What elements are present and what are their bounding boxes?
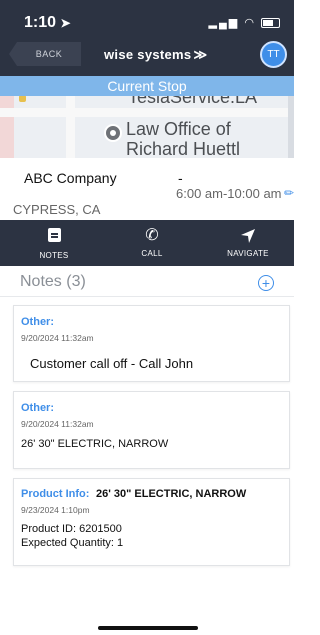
edit-pencil-icon[interactable]: ✏ — [284, 186, 294, 200]
status-bar: 1:10 ➤ ▂▄▆ ◠ — [0, 0, 294, 40]
brand-logo: wise systems ≫ — [104, 47, 208, 62]
time-window: 6:00 am-10:00 am — [176, 186, 282, 201]
navigate-button[interactable]: NAVIGATE — [218, 226, 278, 258]
product-title: 26' 30" ELECTRIC, NARROW — [96, 488, 247, 500]
expected-quantity: Expected Quantity: 1 — [21, 537, 124, 549]
note-text: Customer call off - Call John — [30, 356, 194, 371]
note-date: 9/23/2024 1:10pm — [21, 505, 90, 515]
plus-circle-icon[interactable]: + — [258, 275, 274, 291]
divider — [0, 296, 294, 297]
map-label: Richard Huettl — [126, 139, 241, 158]
phone-icon: ✆ — [145, 227, 159, 244]
notes-icon — [47, 228, 61, 242]
map-road — [288, 86, 294, 158]
wifi-icon: ◠ — [244, 17, 256, 29]
note-date: 9/20/2024 11:32am — [21, 333, 94, 343]
map-pin-icon — [104, 124, 122, 142]
note-card[interactable] — [13, 391, 290, 469]
note-category: Other: — [21, 402, 54, 414]
status-time: 1:10 ➤ — [24, 14, 71, 31]
time-dash: - — [178, 170, 183, 186]
company-name: ABC Company — [24, 170, 117, 186]
map-marker-icon — [19, 95, 26, 102]
notes-button[interactable]: NOTES — [24, 226, 84, 260]
home-indicator[interactable] — [98, 626, 198, 630]
note-category: Product Info: — [21, 488, 90, 500]
map-road — [0, 108, 294, 117]
status-icons: ▂▄▆ ◠ — [209, 16, 280, 29]
notes-header: Notes (3) — [20, 273, 86, 290]
signal-icon: ▂▄▆ — [208, 17, 240, 29]
location-arrow-icon: ➤ — [60, 16, 71, 30]
brand-chevron-icon: ≫ — [193, 47, 208, 62]
navigate-arrow-icon — [241, 229, 255, 243]
avatar[interactable]: TT — [260, 41, 287, 68]
note-category: Other: — [21, 316, 54, 328]
note-text: 26' 30" ELECTRIC, NARROW — [21, 438, 169, 450]
back-button[interactable]: BACK — [9, 42, 81, 66]
battery-icon — [261, 18, 280, 29]
current-stop-banner: Current Stop — [0, 76, 294, 96]
call-button[interactable]: ✆ CALL — [122, 226, 182, 258]
product-id: Product ID: 6201500 — [21, 523, 122, 535]
map-label: Law Office of — [126, 119, 231, 139]
note-date: 9/20/2024 11:32am — [21, 419, 94, 429]
stop-city: CYPRESS, CA — [13, 202, 101, 217]
